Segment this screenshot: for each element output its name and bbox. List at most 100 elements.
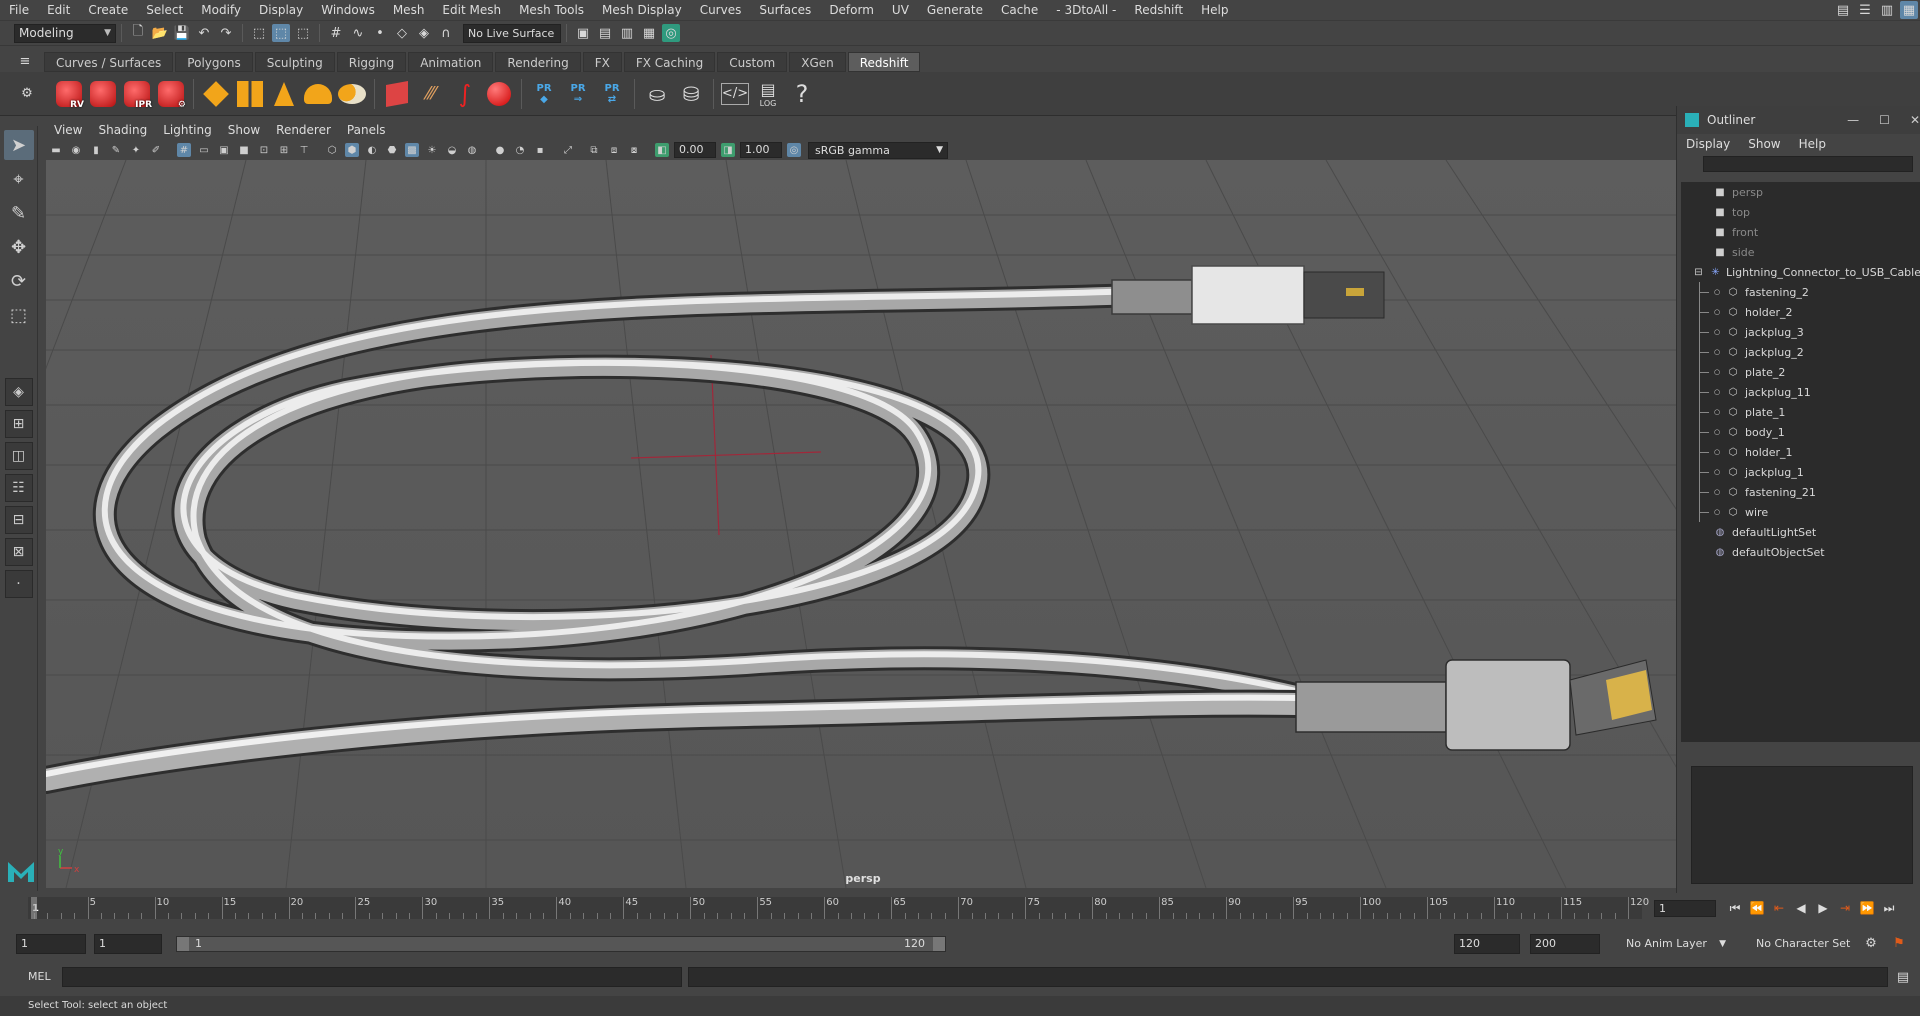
magnet-icon[interactable]: ∩ [437, 24, 455, 42]
shelf-menu-icon[interactable]: ≡ [18, 52, 32, 70]
pr-object-button[interactable]: PR ◆ [529, 79, 559, 109]
safe-title-icon[interactable]: ⊤ [297, 143, 311, 157]
rotate-tool-icon[interactable]: ⟳ [4, 266, 34, 296]
rs-proxy-button[interactable] [382, 79, 412, 109]
go-to-end-icon[interactable]: ⏭ [1880, 900, 1898, 916]
collapse-icon[interactable]: ⊟ [1693, 266, 1704, 278]
outliner-mesh-jackplug-2[interactable]: ○ ⬡ jackplug_2 [1681, 342, 1920, 362]
viewport-menu-panels[interactable]: Panels [339, 120, 394, 140]
close-icon[interactable]: ✕ [1910, 113, 1920, 127]
camera-select-icon[interactable]: ▬ [49, 143, 63, 157]
shelf-tab-polygons[interactable]: Polygons [175, 52, 253, 72]
rs-volume-button[interactable]: ⁄⁄⁄ [416, 79, 446, 109]
open-scene-icon[interactable]: 📂 [151, 24, 169, 42]
grid-toggle-icon[interactable]: # [177, 143, 191, 157]
smooth-shade-icon[interactable]: ⬢ [345, 143, 359, 157]
bookmark-icon[interactable]: ▮ [89, 143, 103, 157]
color-management-icon[interactable]: ◎ [787, 143, 801, 157]
snap-view-icon[interactable]: ◇ [393, 24, 411, 42]
menu-mesh-display[interactable]: Mesh Display [593, 0, 691, 21]
save-scene-icon[interactable]: 💾 [173, 24, 191, 42]
menu-create[interactable]: Create [79, 0, 137, 21]
mode-select[interactable]: Modeling ▼ [14, 23, 116, 43]
menu-file[interactable]: File [0, 0, 38, 21]
gamma-field[interactable]: 1.00 [740, 142, 782, 158]
shelf-tab-fx-caching[interactable]: FX Caching [623, 52, 716, 72]
current-frame-field[interactable]: 1 [1654, 900, 1716, 917]
isolate-select-icon[interactable]: ⤢ [561, 143, 575, 157]
viewport-menu-lighting[interactable]: Lighting [155, 120, 220, 140]
shelf-tab-custom[interactable]: Custom [717, 52, 788, 72]
outliner-mesh-jackplug-1[interactable]: ○ ⬡ jackplug_1 [1681, 462, 1920, 482]
redo-icon[interactable]: ↷ [217, 24, 235, 42]
timeline-track[interactable]: 1510152025303540455055606570758085909510… [28, 897, 1649, 919]
redshift-render-settings-button[interactable]: ⚙ [156, 79, 186, 110]
outliner-set-defaultlightset[interactable]: ◍ defaultLightSet [1681, 522, 1920, 542]
gate-mask-icon[interactable]: ■ [237, 143, 251, 157]
key-settings-icon[interactable]: ⚙ [1862, 934, 1880, 952]
menu-windows[interactable]: Windows [312, 0, 384, 21]
character-set-select[interactable]: No Character Set [1752, 934, 1864, 954]
lasso-tool-icon[interactable]: ⌖ [4, 164, 34, 194]
stacked-layout-icon[interactable]: ☷ [4, 474, 33, 502]
outliner-camera-top[interactable]: ■ top [1681, 202, 1920, 222]
workspace-icon[interactable]: ▤ [1834, 1, 1852, 19]
menu-select[interactable]: Select [137, 0, 192, 21]
rs-area-light-button[interactable] [201, 79, 231, 109]
outliner-mesh-holder-2[interactable]: ○ ⬡ holder_2 [1681, 302, 1920, 322]
playback-start-field[interactable]: 1 [94, 934, 162, 954]
textured-icon[interactable]: ▩ [405, 143, 419, 157]
live-surface-field[interactable]: No Live Surface [463, 23, 561, 43]
outliner-mesh-fastening-21[interactable]: ○ ⬡ fastening_21 [1681, 482, 1920, 502]
single-pane-layout-icon[interactable]: ◈ [4, 378, 33, 406]
anim-layer-select[interactable]: No Anim Layer ▼ [1622, 934, 1728, 954]
hypershade-icon[interactable]: ◎ [662, 24, 680, 42]
outliner-mesh-wire[interactable]: ○ ⬡ wire [1681, 502, 1920, 522]
2d-pan-icon[interactable]: ✦ [129, 143, 143, 157]
ipr-render-icon[interactable]: ▥ [618, 24, 636, 42]
rs-script-editor-button[interactable]: </> [721, 82, 749, 105]
command-input[interactable] [62, 967, 682, 987]
menu-deform[interactable]: Deform [820, 0, 883, 21]
snap-grid-icon[interactable]: # [327, 24, 345, 42]
menu-help[interactable]: Help [1192, 0, 1237, 21]
outliner-menu-help[interactable]: Help [1790, 134, 1835, 154]
step-back-key-icon[interactable]: ⏪ [1748, 900, 1766, 916]
snap-curve-icon[interactable]: ∿ [349, 24, 367, 42]
outliner-camera-persp[interactable]: ■ persp [1681, 182, 1920, 202]
outliner-mesh-plate-1[interactable]: ○ ⬡ plate_1 [1681, 402, 1920, 422]
script-language-toggle[interactable]: MEL [28, 967, 51, 987]
menu-uv[interactable]: UV [883, 0, 918, 21]
menu-mesh-tools[interactable]: Mesh Tools [510, 0, 593, 21]
menu-generate[interactable]: Generate [918, 0, 992, 21]
pr-export-button[interactable]: PR ⇒ [563, 79, 593, 109]
play-backwards-icon[interactable]: ◀ [1792, 900, 1810, 916]
shelf-tab-redshift[interactable]: Redshift [847, 52, 921, 72]
menu-modify[interactable]: Modify [192, 0, 250, 21]
move-tool-icon[interactable]: ✥ [4, 232, 34, 262]
gamma-icon[interactable]: ◨ [721, 143, 735, 157]
select-component-icon[interactable]: ⬚ [294, 24, 312, 42]
rs-shader-button[interactable]: ⛁ [676, 79, 706, 109]
scale-tool-icon[interactable]: ⬚ [4, 300, 34, 330]
go-to-start-icon[interactable]: ⏮ [1726, 900, 1744, 916]
shelf-tab-sculpting[interactable]: Sculpting [254, 52, 335, 72]
pr-swap-button[interactable]: PR ⇄ [597, 79, 627, 109]
collapse-icon[interactable]: · [4, 570, 33, 598]
outliner-layout-icon[interactable]: ⊟ [4, 506, 33, 534]
ambient-occlusion-icon[interactable]: ◍ [465, 143, 479, 157]
menu-curves[interactable]: Curves [691, 0, 751, 21]
shelf-tab-fx[interactable]: FX [582, 52, 622, 72]
viewport-menu-renderer[interactable]: Renderer [268, 120, 339, 140]
redshift-batch-render-button[interactable] [88, 79, 118, 109]
shelf-tab-curves-surfaces[interactable]: Curves / Surfaces [44, 52, 174, 72]
outliner-camera-front[interactable]: ■ front [1681, 222, 1920, 242]
rs-log-button[interactable]: ▤ LOG [753, 79, 783, 109]
snap-surface-icon[interactable]: ◈ [415, 24, 433, 42]
outliner-group-node[interactable]: ⊟ ✳ Lightning_Connector_to_USB_Cable [1681, 262, 1920, 282]
outliner-menu-show[interactable]: Show [1739, 134, 1789, 154]
rs-sun-sky-button[interactable] [337, 79, 367, 109]
select-hierarchy-icon[interactable]: ⬚ [250, 24, 268, 42]
outliner-mesh-body-1[interactable]: ○ ⬡ body_1 [1681, 422, 1920, 442]
menu-3dtoall[interactable]: - 3DtoAll - [1047, 0, 1125, 21]
